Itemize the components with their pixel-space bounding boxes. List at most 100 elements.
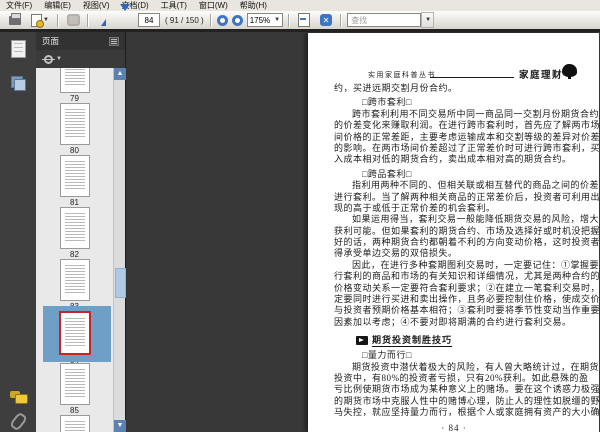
thumbnail-page-number: 79 — [70, 94, 79, 103]
fit-width-button[interactable] — [294, 13, 314, 28]
page-count-label: ( 91 / 150 ) — [165, 15, 204, 25]
page-thumbnail-80[interactable]: 80 — [36, 103, 113, 155]
scroll-down-button[interactable]: ▼ — [114, 420, 126, 432]
paperclip-icon — [8, 410, 28, 432]
thumbnail-page-number: 85 — [70, 406, 79, 415]
text-line: 获利可能。但如果套利的期货合约、市场及选择好或时机没把握 — [334, 225, 599, 236]
thumbnail-page-image[interactable] — [58, 311, 91, 355]
text-line: 得承受单边交易的双倍损失。 — [334, 248, 458, 259]
export-document-icon — [31, 13, 45, 28]
book-logo-icon — [562, 64, 577, 79]
text-line: 指利用两种不同的、但相关联或相互替代的商品之间的价差 — [352, 180, 599, 191]
layers-panel-button[interactable] — [0, 70, 36, 96]
thumbnail-page-image[interactable] — [59, 207, 90, 249]
page-number-footer: · 84 · — [441, 422, 467, 432]
text-line: 如果运用得当，套利交易一般能降低期货交易的风险，增大 — [352, 214, 599, 225]
text-line: 跨市套利利用不同交易所中同一商品同一交割月份期货合约 — [352, 108, 599, 119]
zoom-in-button[interactable] — [231, 14, 243, 26]
find-options-button[interactable]: ▼ — [421, 12, 435, 28]
chevron-down-icon: ▼ — [425, 17, 432, 23]
thumbnail-list: 79 80 81 828384 8586 — [36, 68, 113, 432]
thumbnail-page-image[interactable] — [59, 68, 90, 93]
toolbar-separator — [87, 13, 89, 27]
scrollbar-thumb[interactable] — [115, 268, 126, 298]
page-thumbnail-85[interactable]: 85 — [36, 363, 113, 415]
find-input[interactable] — [347, 13, 422, 27]
thumbnail-page-image[interactable] — [59, 155, 90, 197]
zoom-level-select[interactable]: 175% ▼ — [246, 13, 284, 27]
text-line: 行套利的商品和市场的有关知识和详细情况，尤其是两种合约的 — [334, 271, 599, 282]
comments-panel-button[interactable] — [0, 384, 36, 410]
page-thumbnail-86[interactable]: 86 — [36, 415, 113, 432]
menu-view[interactable]: 视图(V) — [77, 0, 116, 11]
page-thumbnail-79[interactable]: 79 — [36, 68, 113, 103]
panel-options-button[interactable] — [109, 36, 119, 46]
pages-panel: 页面 ▼ 79 80 81 828384 8586 ▲ ▼ — [36, 32, 126, 432]
text-line: 期货投资中潜伏着极大的风险，有人曾大略统计过，在期货 — [352, 361, 599, 372]
page-thumbnail-81[interactable]: 81 — [36, 155, 113, 207]
export-button[interactable]: ▼ — [27, 13, 53, 28]
menu-tools[interactable]: 工具(T) — [155, 0, 193, 11]
text-line: 的影响。在两市场间价差超过了正常差价时可进行跨市套利，买 — [334, 142, 599, 153]
menu-file[interactable]: 文件(F) — [0, 0, 38, 11]
page-thumbnail-83[interactable]: 83 — [36, 259, 113, 311]
attachments-panel-button[interactable] — [0, 408, 36, 432]
text-line: 亏比例使期货市场成为某种意义上的赌场。要在这个诱惑力极强 — [334, 384, 599, 395]
thumbnail-page-image[interactable] — [59, 103, 90, 145]
menu-help[interactable]: 帮助(H) — [234, 0, 273, 11]
text-line: 间价格的正常差距，主要考虑运输成本和交割等级的差异对价差 — [334, 131, 599, 142]
scroll-up-button[interactable]: ▲ — [114, 68, 126, 80]
pages-icon — [10, 40, 26, 58]
text-line: 现的高于或低于正常价差的机会套利。 — [334, 202, 496, 213]
chevron-down-icon[interactable]: ▼ — [56, 56, 62, 62]
thumbnail-page-image[interactable] — [59, 363, 90, 405]
printer-icon — [9, 12, 21, 25]
thumbnail-page-number: 80 — [70, 146, 79, 155]
chevron-down-icon: ▼ — [43, 17, 49, 23]
text-line: 约，买进远期交割月份合约。 — [334, 83, 458, 93]
text-line: 投资中，有80%的投资者亏损，只有20%获利。如此悬殊的盈 — [334, 372, 589, 383]
text-line: 好的话，两种期货合约都朝着不利的方向变动价格，这时投资者 — [334, 237, 599, 248]
disabled-tool-icon — [66, 14, 80, 26]
series-title: 实用家庭科普丛书 — [368, 71, 436, 79]
page-number-input[interactable] — [138, 13, 160, 27]
layers-icon — [11, 76, 26, 91]
navigation-pane-strip — [0, 32, 36, 432]
print-button[interactable] — [5, 12, 25, 28]
document-view-area[interactable]: 实用家庭科普丛书 家庭理财 约，买进远期交割月份合约。 □跨市套利□ 跨市套利利用不… — [126, 32, 600, 432]
sub-heading: □量力而行□ — [362, 350, 412, 361]
book-title: 家庭理财 — [519, 71, 564, 81]
zoom-out-button[interactable] — [216, 14, 228, 26]
document-page: 实用家庭科普丛书 家庭理财 约，买进远期交割月份合约。 □跨市套利□ 跨市套利利用不… — [308, 33, 599, 432]
pages-panel-button[interactable] — [0, 36, 36, 62]
page-body-text: 约，买进远期交割月份合约。 □跨市套利□ 跨市套利利用不同交易所中同一商品同一交割月… — [334, 83, 599, 432]
next-page-button[interactable] — [115, 4, 135, 28]
menu-window[interactable]: 窗口(W) — [193, 0, 234, 11]
sub-heading: □跨品套利□ — [362, 168, 412, 179]
zoom-level-value: 175% — [249, 15, 271, 25]
toolbar: ▼ ( 91 / 150 ) 175% ▼ ✕ ▼ — [0, 2, 600, 44]
section-heading-text: 期货投资制胜技巧 — [372, 335, 453, 347]
fullscreen-button[interactable]: ✕ — [316, 13, 336, 28]
thumbnail-page-image[interactable] — [59, 415, 90, 432]
fit-width-icon — [298, 13, 311, 27]
thumbnail-page-image[interactable] — [59, 259, 90, 301]
disabled-tool-button — [63, 13, 83, 28]
toolbar-separator — [57, 13, 59, 27]
sidebar-scrollbar: ▲ ▼ — [113, 68, 126, 432]
toolbar-separator — [340, 13, 343, 27]
comments-icon — [10, 390, 28, 404]
page-thumbnail-84[interactable]: 84 — [36, 306, 113, 365]
page-thumbnail-82[interactable]: 82 — [36, 207, 113, 259]
pointing-hand-icon — [356, 336, 368, 346]
menu-edit[interactable]: 编辑(E) — [38, 0, 77, 11]
toolbar-separator — [288, 13, 291, 27]
gear-icon[interactable] — [42, 54, 55, 64]
pages-panel-header: 页面 — [36, 32, 125, 50]
text-line: 定要同时进行买进和卖出操作，且务必要控制住价格，使成交价格 — [334, 294, 599, 305]
thumbnail-options-row: ▼ — [36, 50, 125, 68]
previous-page-button[interactable] — [93, 2, 113, 44]
thumbnail-page-number: 82 — [70, 250, 79, 259]
header-rule — [430, 77, 514, 78]
text-line: 入成本相对低的期货合约，卖出成本相对高的期货合约。 — [334, 154, 572, 165]
